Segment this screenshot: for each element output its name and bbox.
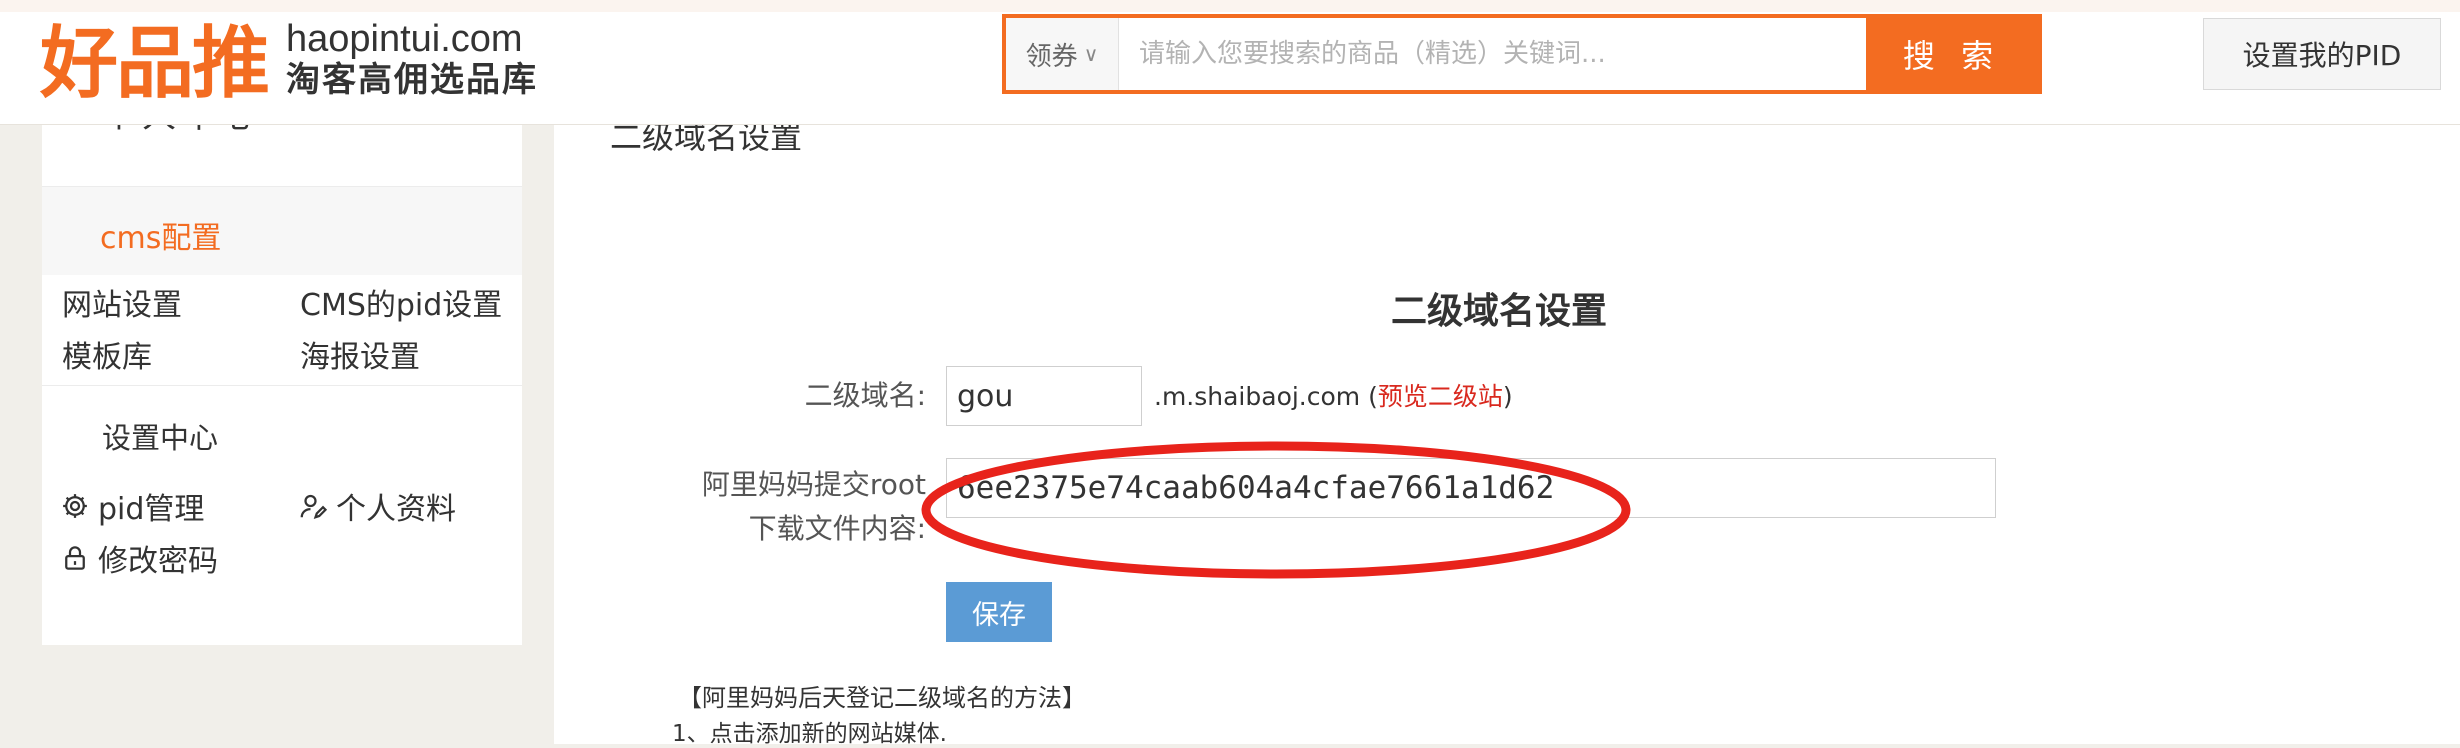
- root-label-line2: 下载文件内容:: [748, 512, 926, 545]
- search-bar: 领券 ∨ 搜 索: [1002, 14, 2042, 94]
- logo-chinese[interactable]: 好品推: [40, 14, 270, 114]
- domain-label: 二级域名:: [804, 379, 926, 412]
- chevron-down-icon: ∨: [1083, 42, 1099, 66]
- sidebar-section-cms-label: cms配置: [100, 221, 222, 256]
- logo-domain[interactable]: haopintui.com: [286, 16, 523, 62]
- form-title: 二级域名设置: [1390, 291, 1607, 332]
- sidebar-item-profile[interactable]: 个人资料: [298, 484, 456, 528]
- method-title: 【阿里妈妈后天登记二级域名的方法】: [678, 684, 1086, 712]
- sidebar-item-pid-manage[interactable]: pid管理: [60, 484, 204, 528]
- subdomain-input[interactable]: [946, 366, 1142, 426]
- top-strip: [0, 0, 2460, 12]
- search-scope-dropdown[interactable]: 领券 ∨: [1006, 18, 1119, 90]
- sidebar-item-site-settings[interactable]: 网站设置: [62, 280, 182, 324]
- sidebar-item-cms-pid[interactable]: CMS的pid设置: [300, 280, 502, 324]
- sidebar-divider: [42, 385, 522, 386]
- search-button[interactable]: 搜 索: [1866, 18, 2038, 90]
- domain-suffix-end: ): [1502, 382, 1513, 411]
- sidebar-section-settings-label: 设置中心: [102, 421, 219, 455]
- logo-tagline: 淘客高佣选品库: [286, 60, 538, 100]
- root-file-content-input[interactable]: [946, 458, 1996, 518]
- user-edit-icon: [300, 494, 328, 520]
- set-pid-button[interactable]: 设置我的PID: [2203, 18, 2441, 90]
- preview-subsite-link[interactable]: 预览二级站: [1378, 382, 1503, 411]
- save-button[interactable]: 保存: [946, 582, 1052, 642]
- search-scope-label: 领券: [1025, 41, 1078, 72]
- sidebar-item-poster[interactable]: 海报设置: [300, 332, 420, 376]
- domain-suffix: .m.shaibaoj.com (预览二级站): [1154, 377, 1513, 413]
- lock-icon: [65, 546, 85, 570]
- domain-suffix-text: .m.shaibaoj.com (: [1154, 382, 1378, 411]
- main-content: 二级域名设置 二级域名设置 二级域名: .m.shaibaoj.com (预览二…: [554, 60, 2460, 747]
- sidebar-item-change-password[interactable]: 修改密码: [60, 536, 218, 580]
- root-label-line1: 阿里妈妈提交root: [701, 468, 926, 501]
- sidebar-item-label: 修改密码: [98, 544, 218, 579]
- search-input[interactable]: [1119, 18, 1866, 90]
- sidebar-section-cms[interactable]: cms配置: [42, 186, 522, 275]
- sidebar-item-templates[interactable]: 模板库: [62, 332, 152, 376]
- sidebar: 个人中心 cms配置 网站设置 CMS的pid设置 模板库 海报设置 设置中心 …: [42, 60, 522, 645]
- gear-icon: [63, 494, 87, 518]
- site-header: 好品推 haopintui.com 淘客高佣选品库 领券 ∨ 搜 索 设置我的P…: [0, 12, 2460, 125]
- method-step-1: 1、点击添加新的网站媒体.: [672, 721, 947, 747]
- sidebar-item-label: pid管理: [98, 492, 205, 527]
- sidebar-item-label: 个人资料: [336, 492, 456, 527]
